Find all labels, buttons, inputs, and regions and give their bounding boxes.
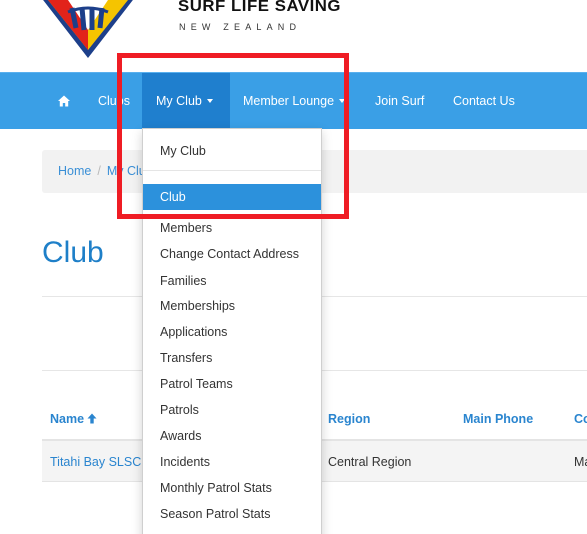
- caret-down-icon: [206, 98, 213, 103]
- breadcrumb-home[interactable]: Home: [58, 164, 91, 178]
- menu-item-monthly-patrol-stats[interactable]: Monthly Patrol Stats: [143, 475, 321, 501]
- menu-item-my-club[interactable]: My Club: [143, 138, 321, 164]
- menu-item-patrols[interactable]: Patrols: [143, 397, 321, 423]
- site-header: SURF LIFE SAVING NEW ZEALAND: [0, 0, 587, 72]
- column-header-co[interactable]: Co: [574, 412, 587, 426]
- column-header-name[interactable]: Name: [50, 412, 97, 426]
- menu-divider: [143, 170, 321, 171]
- nav-my-club-label: My Club: [156, 94, 202, 108]
- menu-item-transfers[interactable]: Transfers: [143, 345, 321, 371]
- page-title: Club: [42, 236, 104, 269]
- nav-join-surf[interactable]: Join Surf: [375, 73, 424, 130]
- column-header-main-phone[interactable]: Main Phone: [463, 412, 533, 426]
- nav-my-club[interactable]: My Club: [142, 73, 230, 130]
- menu-item-season-patrol-stats[interactable]: Season Patrol Stats: [143, 501, 321, 527]
- home-icon[interactable]: [58, 95, 70, 107]
- nav-member-lounge-label: Member Lounge: [243, 94, 335, 108]
- menu-item-awards[interactable]: Awards: [143, 423, 321, 449]
- menu-item-club[interactable]: Club: [143, 184, 321, 210]
- brand-country: NEW ZEALAND: [179, 22, 302, 32]
- nav-contact-us[interactable]: Contact Us: [453, 73, 515, 130]
- menu-item-members[interactable]: Members: [143, 215, 321, 241]
- cell-club-name[interactable]: Titahi Bay SLSC: [50, 455, 141, 469]
- menu-item-patrol-teams[interactable]: Patrol Teams: [143, 371, 321, 397]
- my-club-dropdown-menu: My Club Club Members Change Contact Addr…: [142, 128, 322, 534]
- menu-item-change-contact-address[interactable]: Change Contact Address: [143, 241, 321, 267]
- menu-item-incidents[interactable]: Incidents: [143, 449, 321, 475]
- column-header-name-label: Name: [50, 412, 85, 426]
- caret-down-icon: [339, 98, 346, 103]
- main-navbar: Clubs My Club Member Lounge Join Surf Co…: [0, 72, 587, 130]
- brand-name: SURF LIFE SAVING: [178, 0, 342, 15]
- menu-item-memberships[interactable]: Memberships: [143, 293, 321, 319]
- nav-member-lounge[interactable]: Member Lounge: [243, 73, 346, 130]
- menu-item-families[interactable]: Families: [143, 268, 321, 294]
- breadcrumb-separator: /: [97, 164, 101, 178]
- nav-clubs[interactable]: Clubs: [98, 73, 130, 130]
- slsnz-shield-logo[interactable]: [38, 0, 138, 60]
- menu-item-applications[interactable]: Applications: [143, 319, 321, 345]
- cell-region: Central Region: [328, 455, 412, 469]
- column-header-region[interactable]: Region: [328, 412, 370, 426]
- arrow-up-icon: [87, 413, 97, 424]
- cell-co: Ma: [574, 455, 587, 469]
